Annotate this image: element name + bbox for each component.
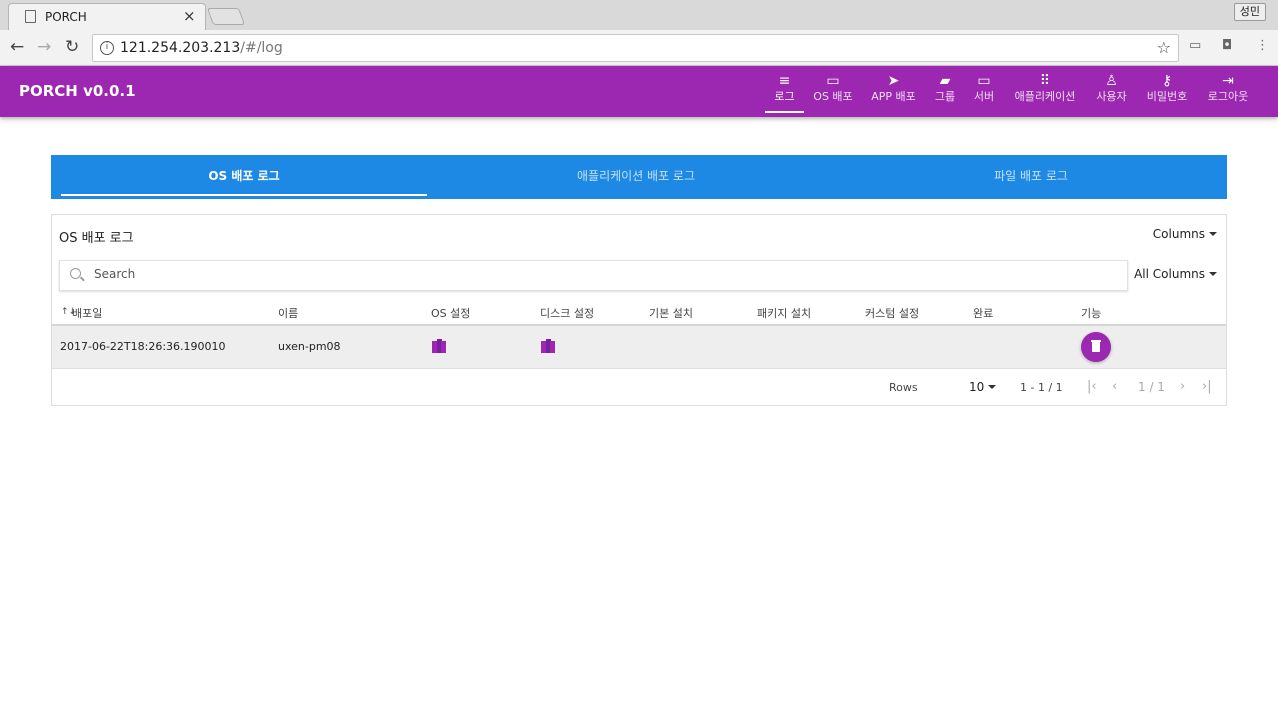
list-icon: ≡ (778, 73, 791, 89)
nav-item-log[interactable]: ≡ 로그 (765, 73, 804, 113)
back-icon[interactable]: ← (10, 37, 24, 57)
browser-toolbar: ← → ↻ i 121.254.203.213/#/log ☆ ▭ ◘ ⋮ (0, 30, 1278, 66)
bookmark-star-icon[interactable]: ☆ (1157, 38, 1171, 57)
nav-item-group[interactable]: ▰ 그룹 (931, 73, 959, 113)
nav-item-app-deploy[interactable]: ➤ APP 배포 (866, 73, 921, 113)
key-icon: ⚷ (1161, 73, 1173, 89)
browser-tab-bar: PORCH × 성민 (0, 0, 1278, 30)
search-input[interactable] (94, 267, 1094, 281)
browser-tab-title: PORCH (45, 10, 87, 24)
apps-grid-icon: ⠿ (1039, 73, 1051, 89)
tab-file-deploy-log[interactable]: 파일 배포 로그 (836, 155, 1226, 199)
laptop-icon: ▭ (977, 73, 991, 89)
header-deploy-date[interactable]: 배포일 (72, 305, 102, 321)
profile-button[interactable]: 성민 (1233, 3, 1266, 21)
menu-icon[interactable]: ⋮ (1256, 38, 1269, 53)
nav-item-application[interactable]: ⠿ 애플리케이션 (1008, 73, 1082, 113)
all-columns-label: All Columns (1134, 267, 1205, 281)
delete-button[interactable] (1081, 332, 1111, 362)
extension-shield-icon[interactable]: ◘ (1222, 38, 1232, 53)
header-actions: 기능 (1081, 307, 1102, 320)
url-path: /#/log (240, 40, 283, 56)
app-bar: PORCH v0.0.1 ≡ 로그 ▭ OS 배포 ➤ APP 배포 ▰ 그룹 … (0, 66, 1278, 117)
new-tab-button[interactable] (206, 8, 246, 25)
extension-icon[interactable]: ▭ (1189, 38, 1201, 53)
folder-add-icon: ▰ (939, 73, 951, 89)
nav-item-user[interactable]: ♙ 사용자 (1091, 73, 1132, 113)
header-base-install[interactable]: 기본 설치 (649, 305, 693, 321)
log-tabs: OS 배포 로그 애플리케이션 배포 로그 파일 배포 로그 (51, 155, 1227, 199)
rows-per-page-select[interactable]: 10 (969, 380, 997, 394)
nav-item-password[interactable]: ⚷ 비밀번호 (1141, 73, 1193, 113)
url-text: 121.254.203.213/#/log (120, 40, 283, 56)
caret-down-icon (1209, 232, 1217, 236)
table-footer: Rows 10 1 - 1 / 1 |‹ ‹ 1 / 1 › ›| (52, 370, 1226, 406)
nav-label: 애플리케이션 (1014, 90, 1076, 103)
rows-label: Rows (889, 381, 918, 394)
nav-label: 사용자 (1096, 90, 1127, 103)
last-page-icon[interactable]: ›| (1202, 379, 1212, 394)
browser-tab[interactable]: PORCH × (8, 3, 206, 30)
table-title: OS 배포 로그 (59, 231, 134, 246)
nav-label: 비밀번호 (1146, 90, 1188, 103)
tab-os-deploy-log[interactable]: OS 배포 로그 (61, 155, 427, 199)
table-header: ↑↓ 배포일 이름 OS 설정 디스크 설정 기본 설치 패키지 설치 커스텀 … (52, 299, 1226, 326)
address-bar[interactable]: i 121.254.203.213/#/log ☆ (92, 34, 1179, 62)
search-box (59, 260, 1128, 291)
header-disk-config[interactable]: 디스크 설정 (540, 305, 594, 321)
header-name[interactable]: 이름 (278, 305, 298, 321)
all-columns-dropdown[interactable]: All Columns (1134, 267, 1217, 281)
columns-dropdown[interactable]: Columns (1153, 227, 1217, 241)
cast-icon: ▭ (826, 73, 840, 89)
cell-deploy-date: 2017-06-22T18:26:36.190010 (60, 340, 226, 353)
url-host: 121.254.203.213 (120, 40, 241, 56)
page-icon (25, 10, 36, 23)
nav-label: 서버 (973, 90, 995, 103)
nav-label: 그룹 (934, 90, 956, 103)
header-complete[interactable]: 완료 (973, 305, 993, 321)
search-icon (70, 268, 81, 279)
nav-label: 로그 (774, 90, 795, 103)
page-range: 1 - 1 / 1 (1020, 381, 1063, 394)
nav-label: APP 배포 (871, 90, 916, 103)
nav-item-server[interactable]: ▭ 서버 (968, 73, 1000, 113)
reload-icon[interactable]: ↻ (65, 37, 79, 57)
header-package-install[interactable]: 패키지 설치 (757, 305, 811, 321)
cell-name: uxen-pm08 (278, 340, 341, 353)
nav-item-logout[interactable]: ⇥ 로그아웃 (1202, 73, 1254, 113)
caret-down-icon (1209, 272, 1217, 276)
rows-per-page-value: 10 (969, 380, 985, 394)
app-brand: PORCH v0.0.1 (19, 82, 136, 100)
first-page-icon[interactable]: |‹ (1087, 379, 1097, 394)
table-row[interactable]: 2017-06-22T18:26:36.190010 uxen-pm08 (52, 326, 1226, 369)
trash-can-icon (1092, 342, 1100, 352)
header-os-config[interactable]: OS 설정 (431, 305, 470, 321)
caret-down-icon (988, 385, 997, 389)
forward-icon[interactable]: → (37, 37, 51, 57)
nav-label: OS 배포 (813, 90, 853, 103)
next-page-icon[interactable]: › (1180, 379, 1185, 394)
nav-item-os-deploy[interactable]: ▭ OS 배포 (808, 73, 858, 113)
page-indicator: 1 / 1 (1138, 380, 1165, 394)
nav-label: 로그아웃 (1207, 90, 1249, 103)
info-icon[interactable]: i (100, 41, 114, 55)
disk-config-view-icon[interactable] (541, 339, 555, 355)
os-config-view-icon[interactable] (432, 339, 446, 355)
tab-app-deploy-log[interactable]: 애플리케이션 배포 로그 (441, 155, 831, 199)
header-custom-config[interactable]: 커스텀 설정 (865, 305, 919, 321)
person-icon: ♙ (1105, 73, 1118, 89)
close-tab-icon[interactable]: × (183, 7, 196, 25)
logout-icon: ⇥ (1222, 73, 1234, 89)
prev-page-icon[interactable]: ‹ (1112, 379, 1117, 394)
columns-label: Columns (1152, 227, 1205, 241)
send-icon: ➤ (887, 73, 900, 89)
log-table-card: OS 배포 로그 Columns All Columns ↑↓ 배포일 이름 O… (51, 214, 1227, 406)
